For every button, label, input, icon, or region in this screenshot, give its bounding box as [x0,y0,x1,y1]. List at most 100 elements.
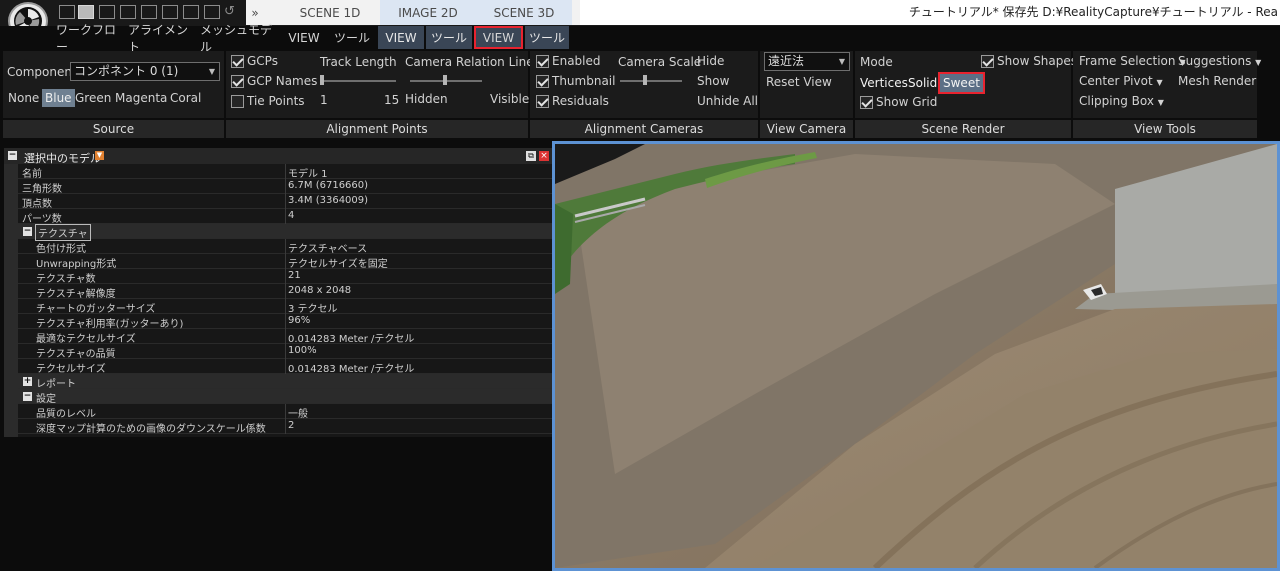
component-label: Component [7,65,77,79]
residuals-checkbox[interactable] [536,95,549,108]
menu-tools-1[interactable]: ツール [330,26,374,49]
pin-icon[interactable]: ▼ [95,151,104,160]
property-grid: 名前 モデル 1 三角形数 6.7M (6716660) 頂点数 3.4M (3364… [4,164,552,437]
properties-header: − 選択中のモデル ▼ ⧉ × [4,148,552,165]
hide-button[interactable]: Hide [697,54,724,68]
chevron-down-icon: ▼ [1157,98,1164,107]
track-length-slider[interactable] [320,80,396,82]
menu-view-2[interactable]: VIEW [378,26,424,49]
clipping-box-button[interactable]: Clipping Box ▼ [1079,94,1164,108]
color-green[interactable]: Green [75,91,111,105]
reality-capture-window: ↺ » SCENE 1D IMAGE 2D SCENE 3D チュートリアル* … [0,0,1280,571]
menu-view-3-active[interactable]: VIEW [474,26,523,49]
scene-render-footer: Scene Render [855,120,1071,138]
layout-single-icon[interactable] [59,5,75,19]
sweet-button-active[interactable]: Sweet [938,72,985,94]
table-row: チャートのガッターサイズ 3 テクセル [4,299,552,315]
layout-rows-icon[interactable] [141,5,157,19]
color-coral[interactable]: Coral [170,91,201,105]
frame-selection-label: Frame Selection [1079,54,1176,68]
menu-tools-3[interactable]: ツール [525,26,569,49]
table-row: テクスチャ解像度 2048 x 2048 [4,284,552,300]
suggestions-label: Suggestions [1178,54,1252,68]
layout-six-icon[interactable] [204,5,220,19]
menu-tools-2[interactable]: ツール [426,26,472,49]
camera-relation-knob[interactable] [443,75,447,85]
mode-label: Mode [860,55,893,69]
clipping-box-label: Clipping Box [1079,94,1154,108]
tab-scene-3d[interactable]: SCENE 3D [476,0,572,25]
chevron-down-icon: ▼ [838,57,845,66]
menu-mesh-model[interactable]: メッシュモデル [200,23,278,54]
menu-view-1[interactable]: VIEW [284,26,324,49]
unhide-all-button[interactable]: Unhide All [697,94,758,108]
layout-grid-icon[interactable] [162,5,178,19]
table-row: 最適なテクセルサイズ 0.014283 Meter /テクセル [4,329,552,345]
tab-image-2d[interactable]: IMAGE 2D [380,0,476,25]
menu-alignment[interactable]: アライメント [128,23,196,54]
track-max-label: 15 [384,93,400,107]
layout-columns-icon[interactable] [78,5,94,19]
settings-section-label: 設定 [36,394,56,405]
gcps-checkbox[interactable] [231,55,244,68]
close-icon[interactable]: × [539,151,549,161]
enabled-checkbox[interactable] [536,55,549,68]
float-icon[interactable]: ⧉ [526,151,536,161]
projection-dropdown[interactable]: 遠近法 ▼ [764,52,850,71]
table-row: テクスチャの品質 100% [4,344,552,360]
show-grid-label: Show Grid [876,95,938,109]
expand-icon[interactable]: + [23,377,32,386]
show-shapes-checkbox[interactable] [981,55,994,68]
suggestions-button[interactable]: Suggestions ▼ [1178,54,1261,68]
layout-list-icon[interactable] [120,5,136,19]
collapse-icon[interactable]: − [8,151,17,160]
menu-workflow[interactable]: ワークフロー [56,23,124,54]
track-length-label: Track Length [320,55,397,69]
color-none[interactable]: None [8,91,39,105]
visible-label: Visible [490,92,530,106]
layout-quad-icon[interactable] [183,5,199,19]
mesh-render-button[interactable]: Mesh Render [1178,74,1256,88]
texture-section-row[interactable]: − テクスチャ [4,224,552,241]
projection-value: 遠近法 [768,54,805,68]
track-length-knob[interactable] [320,75,324,85]
component-dropdown[interactable]: コンポネント 0 (1) ▼ [70,62,220,81]
table-row: Unwrapping形式 テクセルサイズを固定 [4,254,552,270]
center-pivot-button[interactable]: Center Pivot ▼ [1079,74,1163,88]
gcp-names-checkbox[interactable] [231,75,244,88]
collapse-icon[interactable]: − [23,227,32,236]
scene-3d-viewport[interactable] [552,141,1280,571]
alignment-points-footer: Alignment Points [226,120,528,138]
thumbnail-label: Thumbnail [552,74,616,88]
camera-scale-knob[interactable] [643,75,647,85]
color-blue-selected[interactable]: Blue [42,89,75,107]
show-button[interactable]: Show [697,74,729,88]
undo-layout-icon[interactable]: ↺ [224,4,235,19]
tie-points-checkbox[interactable] [231,95,244,108]
terrain-render [555,144,1277,568]
reset-view-button[interactable]: Reset View [766,75,832,89]
show-grid-checkbox[interactable] [860,96,873,109]
layout-split-icon[interactable] [99,5,115,19]
gcp-names-label: GCP Names [247,74,318,88]
chevron-down-icon: ▼ [208,67,215,76]
table-row: テクスチャ数 21 [4,269,552,285]
camera-scale-slider[interactable] [620,80,682,82]
frame-selection-button[interactable]: Frame Selection ▼ [1079,54,1186,68]
chevron-down-icon: ▼ [1156,78,1163,87]
settings-section-row[interactable]: − 設定 [4,389,552,405]
camera-relation-lines-label: Camera Relation Lines [405,55,540,69]
tab-scene-1d[interactable]: SCENE 1D [284,0,376,25]
thumbnail-checkbox[interactable] [536,75,549,88]
table-row: パーツ数 4 [4,209,552,225]
view-camera-footer: View Camera [760,120,853,138]
table-row: 三角形数 6.7M (6716660) [4,179,552,195]
collapse-icon[interactable]: − [23,392,32,401]
camera-scale-label: Camera Scale [618,55,702,69]
color-magenta[interactable]: Magenta [115,91,167,105]
report-section-row[interactable]: + レポート [4,374,552,390]
center-pivot-label: Center Pivot [1079,74,1153,88]
solid-button[interactable]: Solid [908,76,937,90]
track-min-label: 1 [320,93,328,107]
vertices-button[interactable]: Vertices [860,76,908,90]
